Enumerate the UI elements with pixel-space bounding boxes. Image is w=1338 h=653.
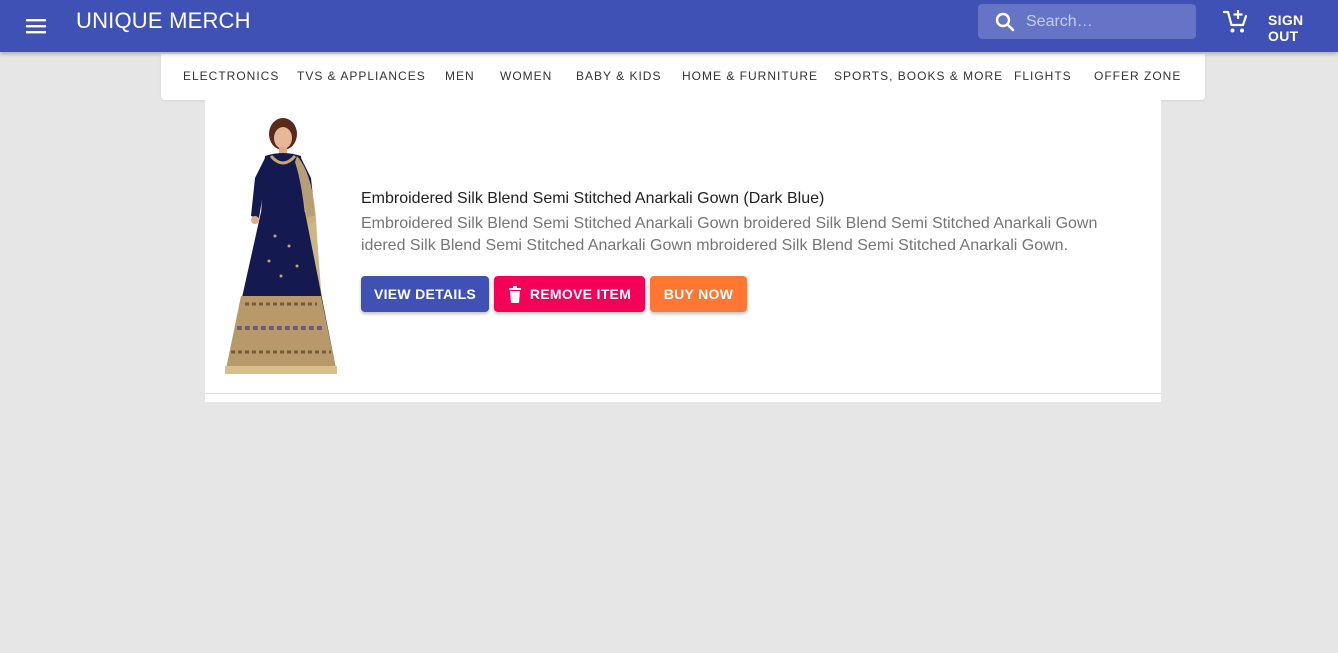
category-offer-zone[interactable]: OFFER ZONE [1094,69,1181,83]
category-men[interactable]: MEN [445,69,475,83]
view-details-label: VIEW DETAILS [373,286,477,302]
category-tvs-appliances[interactable]: TVS & APPLIANCES [297,69,426,83]
divider [205,393,1161,394]
cart-item-card: Embroidered Silk Blend Semi Stitched Ana… [205,100,1161,402]
buy-now-button[interactable]: BUY NOW [650,276,747,312]
category-home-furniture[interactable]: HOME & FURNITURE [682,69,818,83]
remove-item-button[interactable]: REMOVE ITEM [494,276,645,312]
search-box[interactable] [978,4,1196,39]
search-input[interactable] [1026,4,1188,39]
trash-icon [508,285,521,303]
category-sports-books-more[interactable]: SPORTS, BOOKS & MORE [834,69,1003,83]
item-description: Embroidered Silk Blend Semi Stitched Ana… [361,215,1098,254]
brand-title[interactable]: UNIQUE MERCH [76,8,251,34]
category-women[interactable]: WOMEN [500,69,552,83]
item-title: Embroidered Silk Blend Semi Stitched Ana… [361,190,825,207]
buy-now-label: BUY NOW [663,286,734,302]
view-details-button[interactable]: VIEW DETAILS [361,276,489,312]
remove-item-label: REMOVE ITEM [529,286,632,302]
add-to-cart-icon[interactable] [1222,8,1250,36]
category-baby-kids[interactable]: BABY & KIDS [576,69,661,83]
anarkali-gown-image[interactable] [219,116,343,382]
category-nav: ELECTRONICS TVS & APPLIANCES MEN WOMEN B… [161,54,1205,100]
category-flights[interactable]: FLIGHTS [1014,69,1072,83]
search-icon [994,11,1016,33]
app-bar: UNIQUE MERCH SIGN OUT [0,0,1338,52]
sign-out-button[interactable]: SIGN OUT [1268,12,1338,44]
menu-icon[interactable] [22,12,50,40]
category-electronics[interactable]: ELECTRONICS [183,69,279,83]
